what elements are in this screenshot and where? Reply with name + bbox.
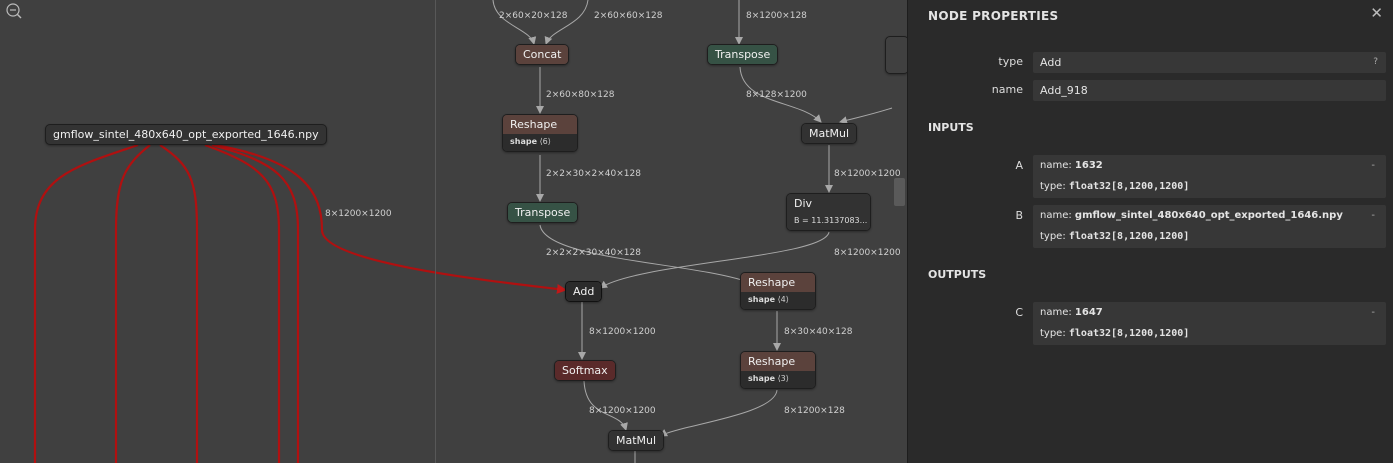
node-title: Softmax: [555, 361, 615, 380]
edge-label: 8×1200×1200: [834, 248, 901, 258]
node-attribute: B = 11.3137083...: [787, 213, 870, 230]
panel-title: NODE PROPERTIES: [928, 9, 1059, 23]
node-div[interactable]: Div B = 11.3137083...: [786, 193, 871, 231]
help-icon[interactable]: ?: [1373, 52, 1378, 73]
edge-input-branch-4: [204, 143, 281, 463]
edge-label: 8×1200×1200: [589, 406, 656, 416]
node-attribute: shape ⟨4⟩: [741, 292, 815, 309]
input-key: A: [1015, 159, 1023, 172]
edge-label: 2×60×80×128: [546, 90, 615, 100]
node-transpose-mid[interactable]: Transpose: [507, 202, 579, 223]
outputs-heading: OUTPUTS: [928, 268, 987, 281]
node-reshape-1[interactable]: Reshape shape ⟨6⟩: [502, 114, 578, 152]
input-b: B name: gmflow_sintel_480x640_opt_export…: [908, 205, 1393, 248]
node-title: Div: [787, 194, 870, 213]
output-name-line: name: 1647-: [1040, 307, 1375, 318]
input-name-line: name: 1632-: [1040, 160, 1375, 171]
node-title: MatMul: [609, 431, 664, 450]
edge-input-branch-5: [211, 143, 300, 463]
property-type: type Add ?: [908, 52, 1393, 73]
node-reshape-3[interactable]: Reshape shape ⟨3⟩: [740, 351, 816, 389]
graph-scrollbar[interactable]: [894, 178, 905, 206]
node-title: Transpose: [708, 45, 778, 64]
node-title: Reshape: [741, 352, 815, 371]
edge-input-branch-2: [114, 144, 151, 463]
node-concat[interactable]: Concat: [515, 44, 570, 65]
edge-label: 8×1200×1200: [834, 169, 901, 179]
input-type-line: type: float32[8,1200,1200]: [1040, 231, 1190, 242]
edge-right-matmul: [839, 107, 893, 125]
input-type-line: type: float32[8,1200,1200]: [1040, 181, 1190, 192]
node-title: Transpose: [508, 203, 578, 222]
property-key: type: [998, 55, 1023, 68]
close-icon[interactable]: ✕: [1370, 4, 1383, 22]
edge-input-branch-1: [33, 143, 139, 463]
edge-input-branch-3: [159, 144, 199, 463]
edge-label: 2×60×60×128: [594, 11, 663, 21]
edge-label: 8×1200×128: [784, 406, 845, 416]
edge-label: 2×2×2×30×40×128: [546, 248, 641, 258]
edge-label: 8×1200×1200: [325, 209, 392, 219]
property-type-value[interactable]: Add ?: [1033, 52, 1386, 73]
property-name: name Add_918: [908, 80, 1393, 101]
property-name-value[interactable]: Add_918: [1033, 80, 1386, 101]
edge-to-concat-a: [492, 0, 537, 45]
property-key: name: [991, 83, 1023, 96]
edge-label: 8×30×40×128: [784, 327, 853, 337]
output-c: C name: 1647- type: float32[8,1200,1200]: [908, 302, 1393, 345]
node-matmul-bottom[interactable]: MatMul: [608, 430, 665, 451]
edge-label: 2×2×30×2×40×128: [546, 169, 641, 179]
edge-label: 8×1200×1200: [589, 327, 656, 337]
input-node-label: gmflow_sintel_480x640_opt_exported_1646.…: [53, 128, 319, 141]
node-offscreen[interactable]: [885, 36, 907, 74]
node-reshape-2[interactable]: Reshape shape ⟨4⟩: [740, 272, 816, 310]
node-attribute: shape ⟨3⟩: [741, 371, 815, 388]
node-title: Reshape: [503, 115, 577, 134]
node-attribute: shape ⟨6⟩: [503, 134, 577, 151]
node-softmax[interactable]: Softmax: [554, 360, 616, 381]
input-name-line: name: gmflow_sintel_480x640_opt_exported…: [1040, 210, 1375, 221]
node-title: MatMul: [802, 124, 857, 143]
node-add-selected[interactable]: Add: [565, 281, 603, 302]
node-properties-panel: NODE PROPERTIES ✕ type Add ? name Add_91…: [907, 0, 1393, 463]
node-title: Reshape: [741, 273, 815, 292]
edge-to-concat-b: [544, 0, 589, 45]
output-c-value[interactable]: name: 1647- type: float32[8,1200,1200]: [1033, 302, 1386, 345]
edge-label: 8×128×1200: [746, 90, 807, 100]
edge-label: 2×60×20×128: [499, 11, 568, 21]
graph-canvas[interactable]: gmflow_sintel_480x640_opt_exported_1646.…: [0, 0, 907, 463]
input-a: A name: 1632- type: float32[8,1200,1200]: [908, 155, 1393, 198]
zoom-out-icon[interactable]: [6, 3, 22, 19]
node-matmul-top[interactable]: MatMul: [801, 123, 858, 144]
canvas-divider: [435, 0, 436, 463]
edge-reshape3-matmul: [659, 389, 778, 437]
inputs-heading: INPUTS: [928, 121, 974, 134]
output-key: C: [1015, 306, 1023, 319]
input-a-value[interactable]: name: 1632- type: float32[8,1200,1200]: [1033, 155, 1386, 198]
output-type-line: type: float32[8,1200,1200]: [1040, 328, 1190, 339]
node-transpose-top[interactable]: Transpose: [707, 44, 779, 65]
node-title: Concat: [516, 45, 569, 64]
input-node[interactable]: gmflow_sintel_480x640_opt_exported_1646.…: [45, 124, 327, 145]
input-b-value[interactable]: name: gmflow_sintel_480x640_opt_exported…: [1033, 205, 1386, 248]
edge-label: 8×1200×128: [746, 11, 807, 21]
graph-edges: [33, 0, 893, 463]
input-key: B: [1015, 209, 1023, 222]
node-title: Add: [566, 282, 602, 301]
